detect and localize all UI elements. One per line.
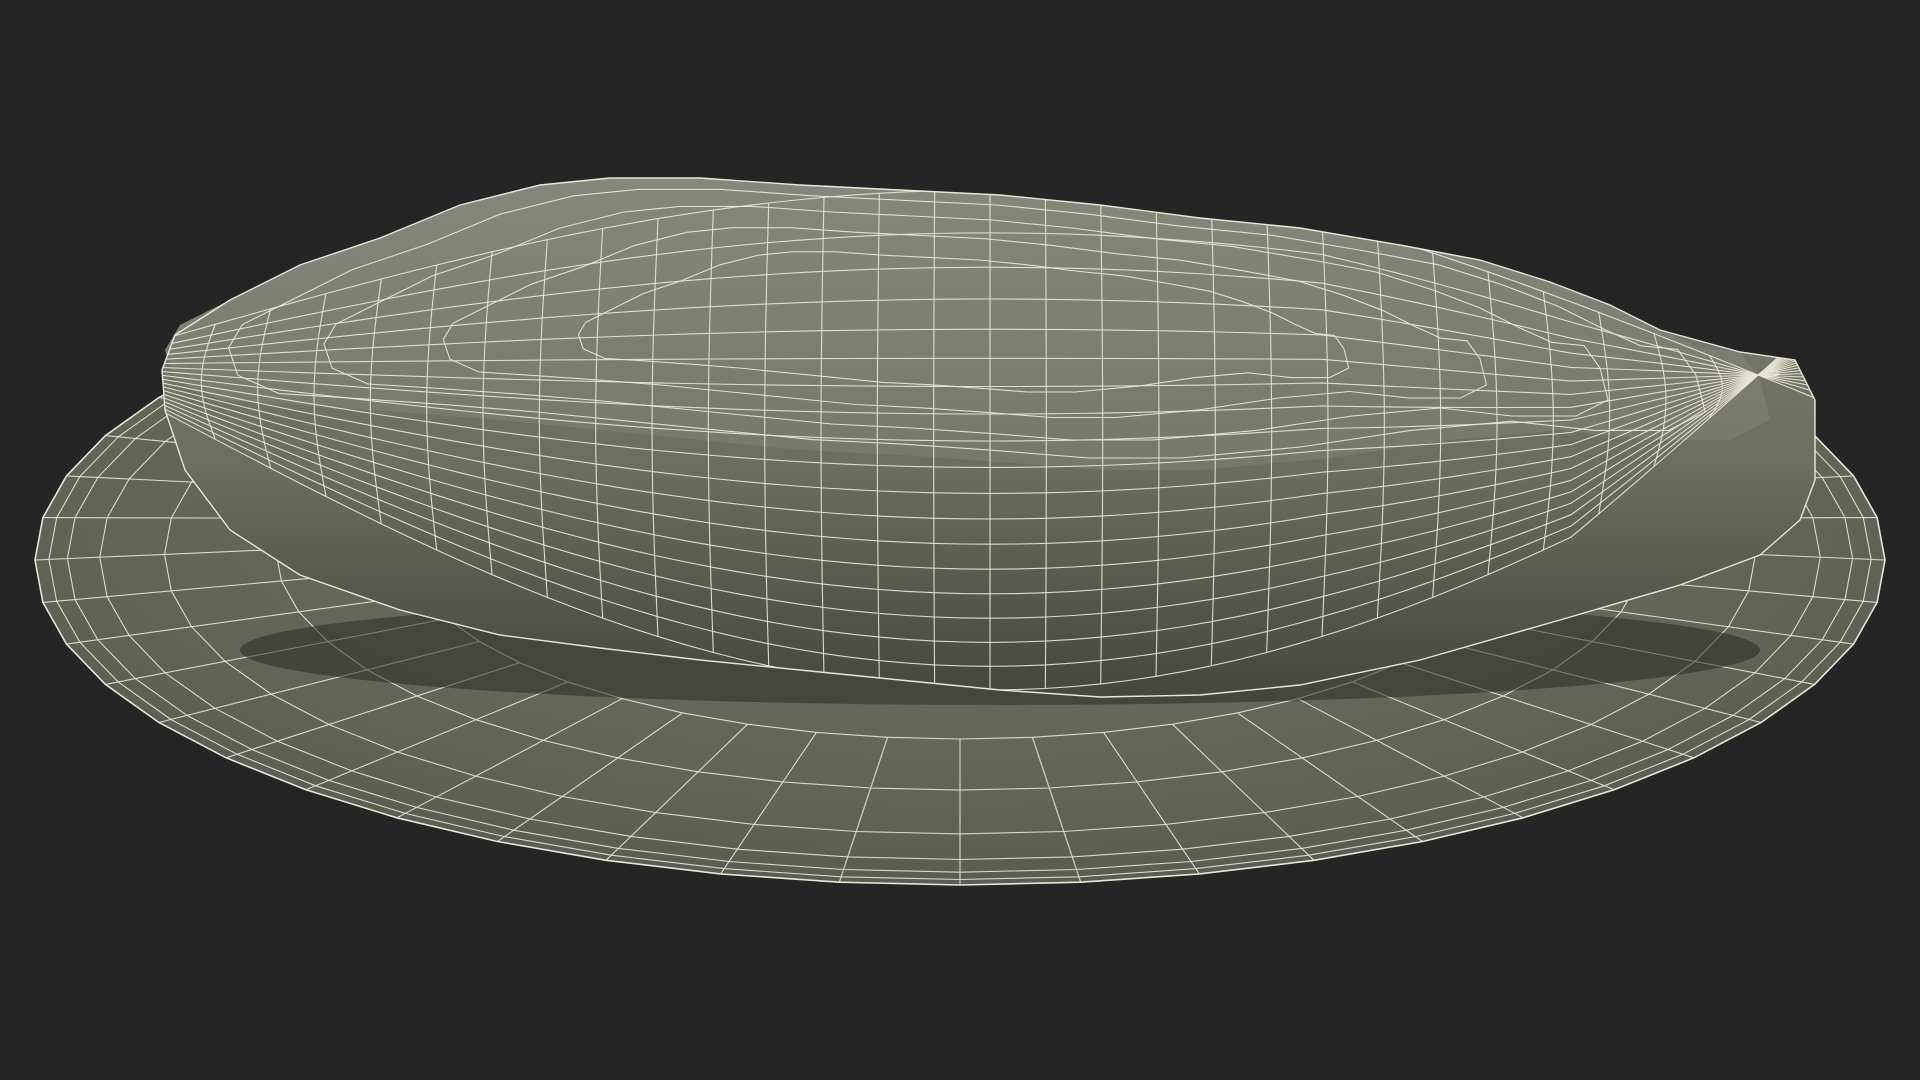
wireframe-scene (34, 177, 1886, 886)
render-viewport (0, 0, 1920, 1080)
cushion-u-line (1820, 320, 1835, 400)
